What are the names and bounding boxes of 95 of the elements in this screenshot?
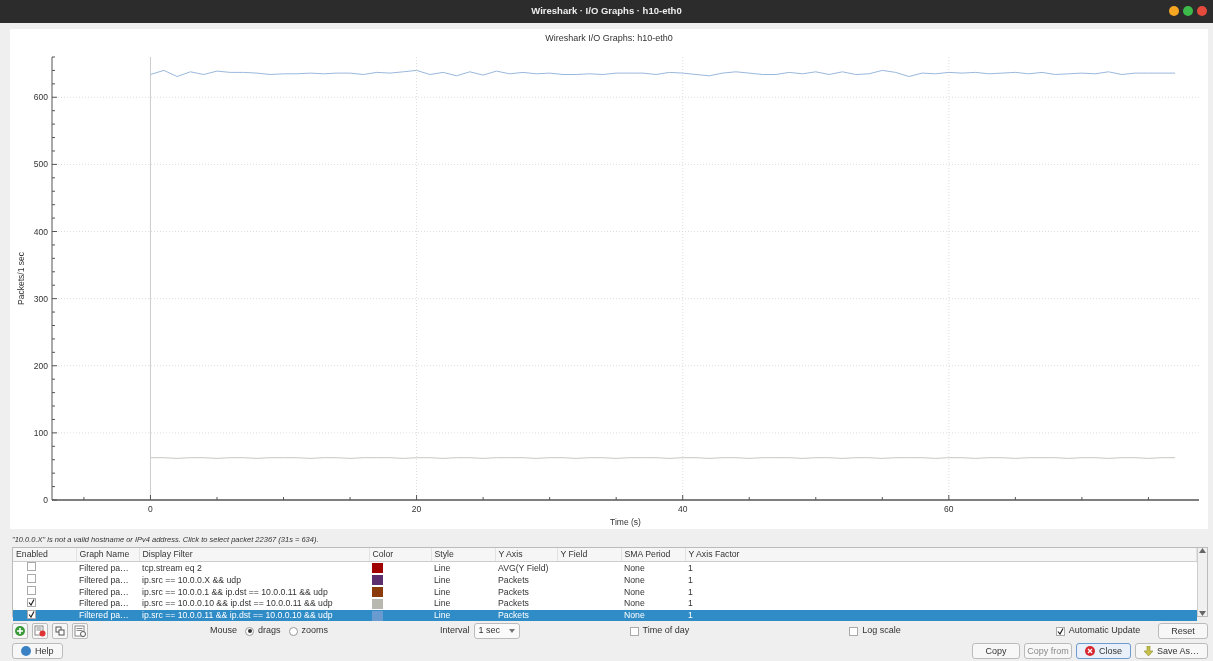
chart-title: Wireshark I/O Graphs: h10-eth0 [545,33,673,43]
duplicate-button[interactable] [52,623,68,639]
y-axis-factor: 1 [688,562,693,573]
minimize-icon[interactable] [1169,6,1179,16]
checkbox[interactable] [27,598,36,608]
column-header: Y Field [557,548,621,562]
y-tick-label: 100 [33,427,48,438]
maximize-icon[interactable] [1183,6,1193,16]
color-swatch[interactable] [372,563,383,574]
graph-name: Filtered pa… [79,562,129,573]
scroll-down-icon[interactable] [1199,611,1206,616]
window-title: Wireshark · I/O Graphs · h10-eth0 [531,4,682,19]
sma-period: None [624,574,645,585]
y-tick-label: 0 [43,495,48,505]
y-tick-label: 500 [33,159,48,170]
y-tick-label: 200 [33,360,48,371]
y-axis-value: Packets [498,598,529,609]
close-icon [1084,646,1095,656]
copy-button[interactable]: Copy [971,643,1020,659]
line-style: Line [434,598,451,609]
sma-period: None [624,609,645,620]
remove-icon [34,625,46,637]
checkbox[interactable] [27,586,36,596]
color-swatch[interactable] [372,575,383,586]
graph-name: Filtered pa… [79,586,129,597]
x-tick-label: 20 [411,504,422,514]
column-header: Y Axis Factor [685,548,1197,562]
remove-button[interactable] [32,623,48,639]
help-icon [21,646,31,656]
display-filter: tcp.stream eq 2 [142,562,202,573]
radio-option[interactable]: zooms [288,624,329,638]
color-swatch[interactable] [372,610,383,621]
sma-period: None [624,598,645,609]
duplicate-icon [54,625,66,637]
line-style: Line [434,609,451,620]
color-swatch[interactable] [372,587,383,598]
y-tick-label: 400 [33,226,48,237]
close-button[interactable]: Close [1075,643,1131,659]
display-filter: ip.src == 10.0.0.X && udp [142,574,241,585]
scrollbar[interactable] [1197,548,1207,616]
checkbox-option[interactable]: Time of day [629,624,690,638]
y-tick-label: 300 [33,293,48,304]
close-icon[interactable] [1197,6,1207,16]
clear-icon [74,625,86,637]
checkbox[interactable] [27,562,36,572]
display-filter: ip.src == 10.0.0.11 && ip.dst == 10.0.0.10 && udp [142,609,333,620]
column-header: Style [431,548,495,562]
y-axis-value: Packets [498,586,529,597]
line-style: Line [434,562,451,573]
download-arrow-icon [1143,645,1153,657]
help-button[interactable]: Help [12,643,63,659]
checkbox[interactable] [27,609,36,619]
color-swatch[interactable] [372,599,383,609]
graph-name: Filtered pa… [79,574,129,585]
x-tick-label: 60 [944,504,954,514]
display-filter: ip.src == 10.0.0.10 && ip.dst == 10.0.0.11 && udp [142,598,333,609]
y-axis-value: Packets [498,609,529,620]
clear-button[interactable] [72,623,88,639]
sma-period: None [624,562,645,573]
line-style: Line [434,574,451,585]
y-axis-label: Packets/1 sec [16,252,26,305]
y-axis-factor: 1 [688,609,693,620]
column-header: Enabled [13,548,76,562]
y-axis-factor: 1 [688,574,693,585]
checkbox[interactable] [27,574,36,584]
column-header: Y Axis [495,548,557,562]
interval-label: Interval [440,624,470,638]
x-axis-label: Time (s) [610,517,641,527]
y-axis-factor: 1 [688,586,693,597]
y-axis-value: Packets [498,574,529,585]
reset-button[interactable]: Reset [1158,623,1208,639]
column-header: Color [369,548,431,562]
y-axis-factor: 1 [688,598,693,609]
y-axis-value: AVG(Y Field) [498,562,549,573]
x-tick-label: 40 [678,504,688,514]
graph-name: Filtered pa… [79,598,129,609]
caret-icon [508,629,515,633]
column-header: SMA Period [621,548,685,562]
scroll-up-icon[interactable] [1199,548,1206,553]
mouse-label: Mouse [210,624,237,638]
display-filter: ip.src == 10.0.0.1 && ip.dst == 10.0.0.11 && udp [142,586,328,597]
save-as-button[interactable]: Save As… [1134,643,1208,659]
radio-option[interactable]: drags [245,624,281,638]
checkbox-option[interactable]: Automatic Update [1055,624,1141,638]
y-tick-label: 600 [33,92,48,103]
line-style: Line [434,586,451,597]
check-icon [1056,627,1064,635]
graph-name: Filtered pa… [79,609,129,620]
add-icon [14,625,26,637]
x-tick-label: 0 [148,504,153,514]
interval-dropdown[interactable]: 1 sec [473,623,520,639]
column-header: Display Filter [139,548,369,562]
checkbox-option[interactable]: Log scale [849,624,901,638]
sma-period: None [624,586,645,597]
column-header: Graph Name [76,548,139,562]
